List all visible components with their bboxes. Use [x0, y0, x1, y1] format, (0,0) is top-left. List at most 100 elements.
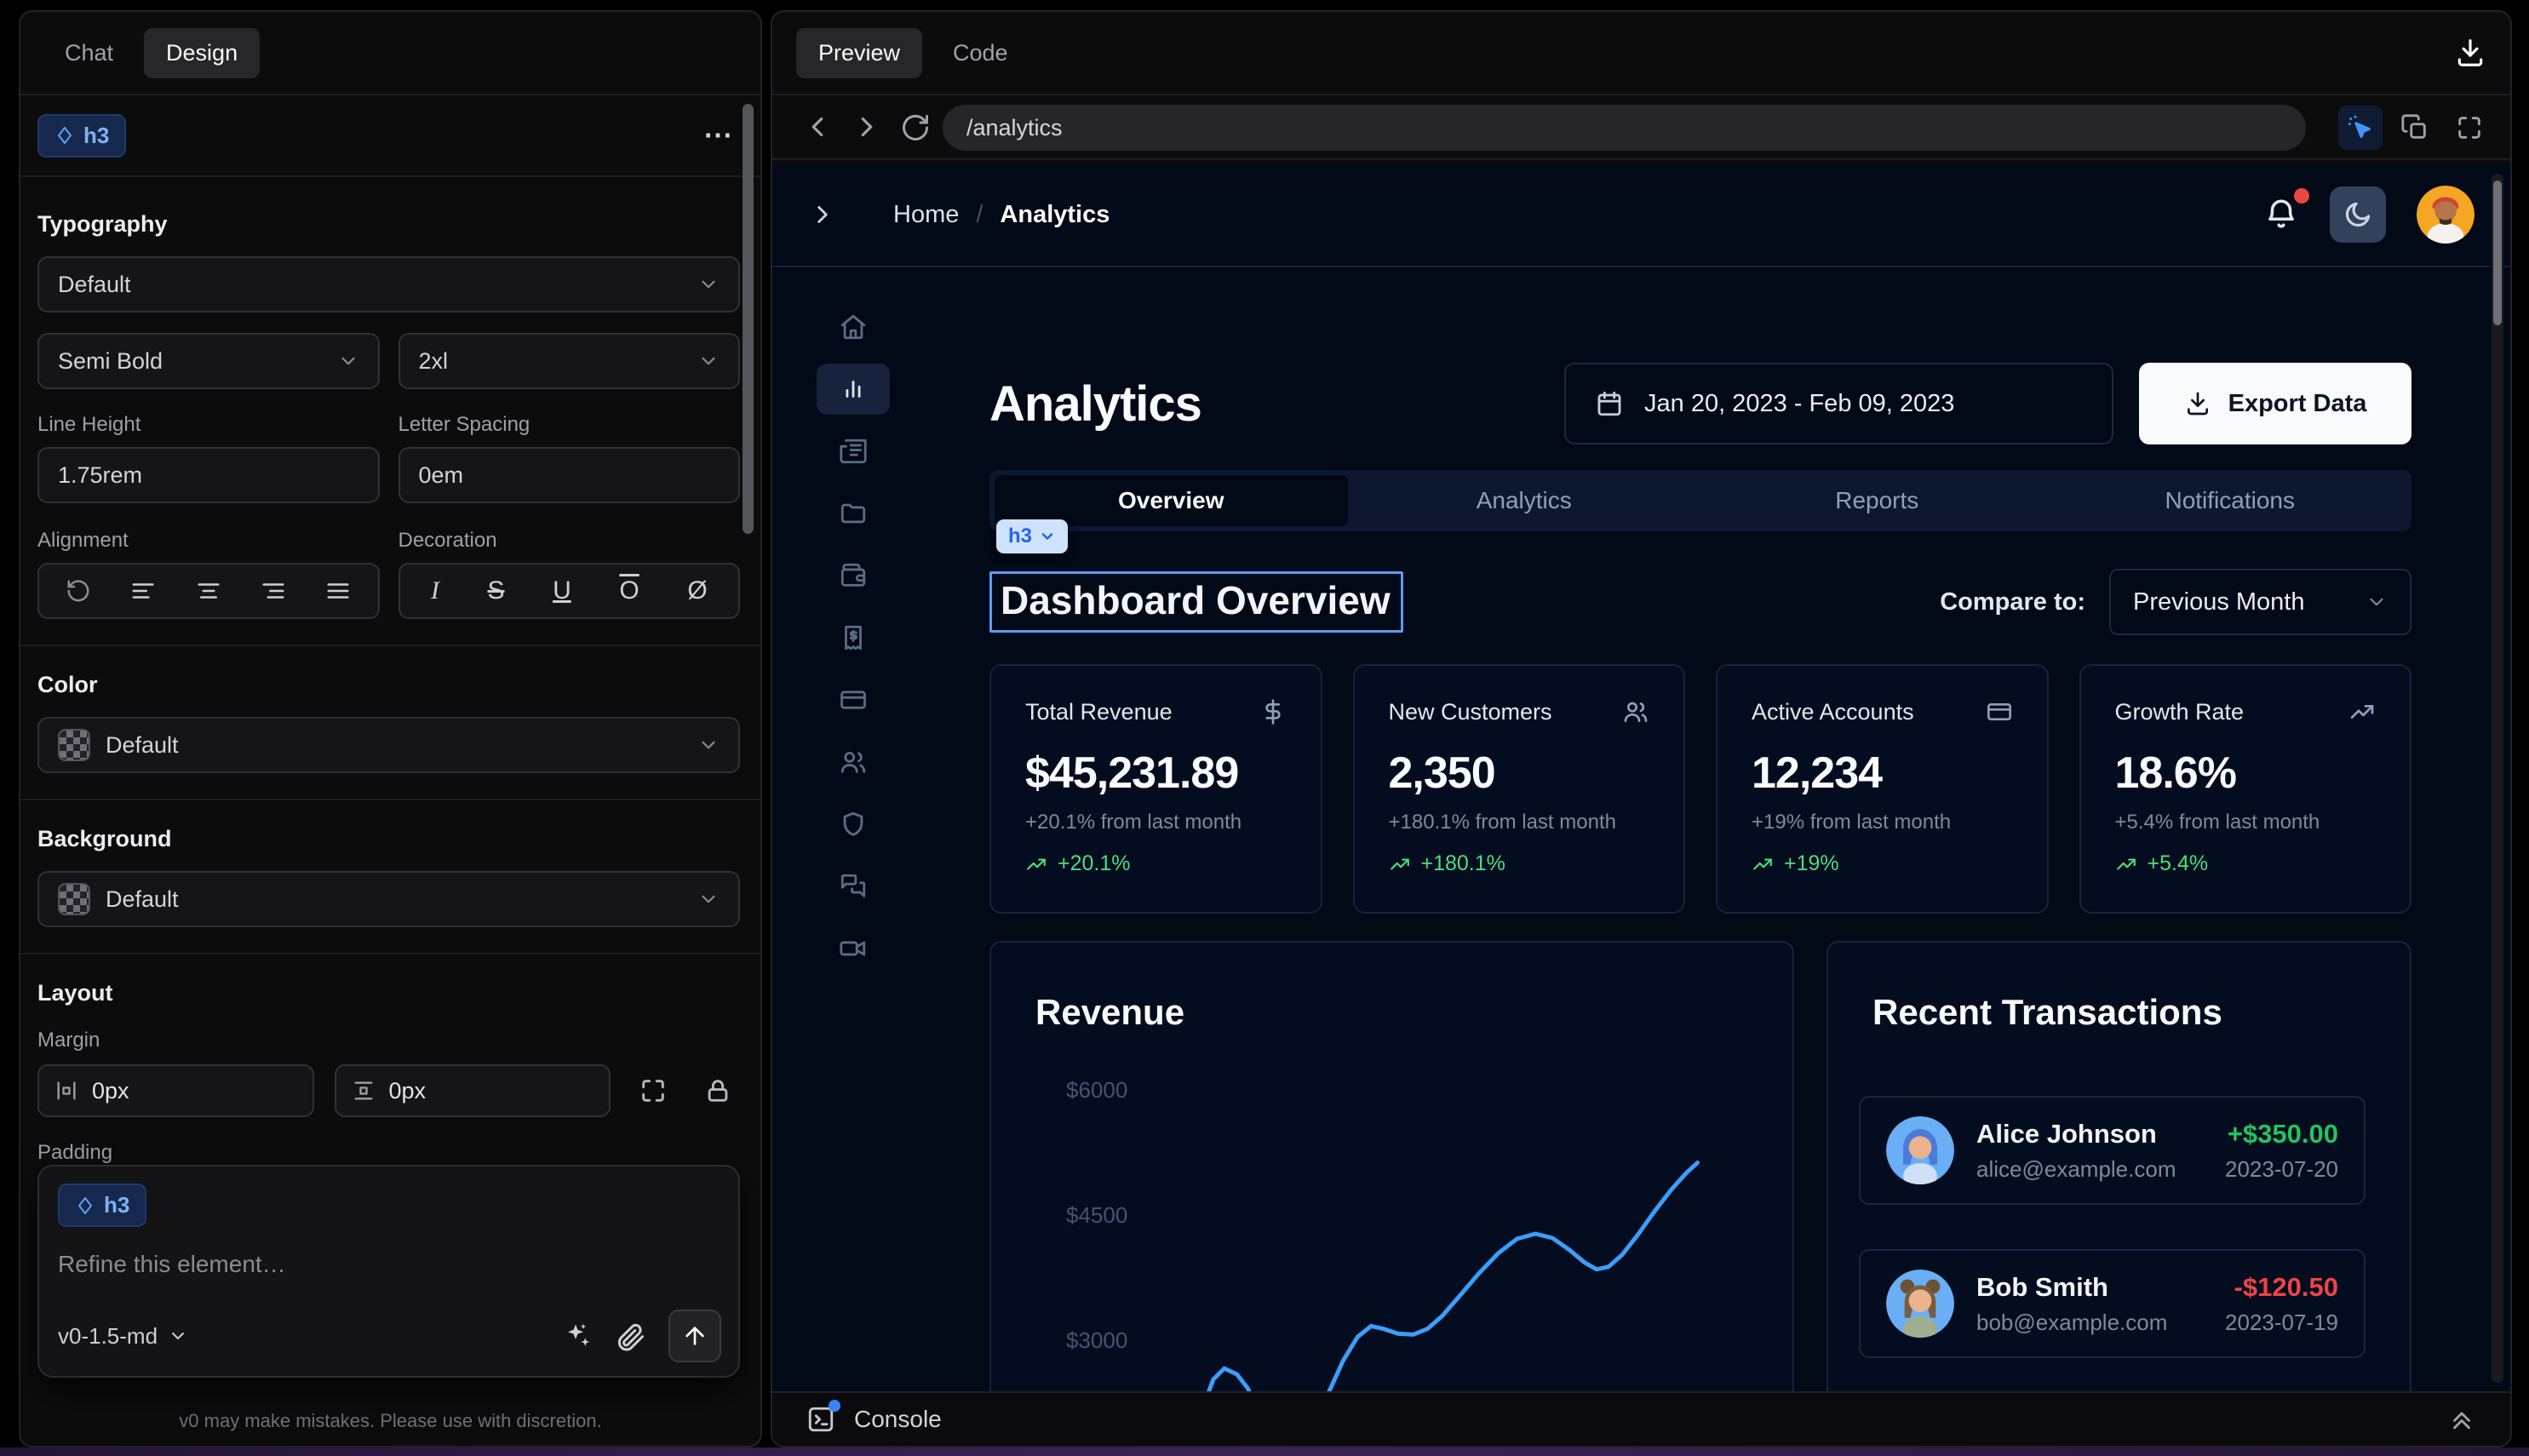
download-icon[interactable]: [2454, 37, 2486, 69]
color-select[interactable]: Default: [37, 717, 740, 773]
font-weight-select[interactable]: Semi Bold: [37, 333, 380, 389]
sidebar-item-files[interactable]: [817, 488, 890, 539]
forward-icon[interactable]: [851, 111, 883, 143]
inspect-pointer-icon[interactable]: [2338, 106, 2383, 150]
tab-chat[interactable]: Chat: [43, 28, 135, 78]
tab-preview[interactable]: Preview: [796, 28, 922, 78]
prompt-element-badge[interactable]: h3: [58, 1184, 146, 1227]
prompt-input[interactable]: Refine this element…: [58, 1251, 720, 1278]
align-center-icon[interactable]: [196, 578, 221, 604]
margin-x-input[interactable]: 0px: [37, 1064, 314, 1117]
export-data-button[interactable]: Export Data: [2139, 363, 2411, 444]
stat-subtitle: +19% from last month: [1752, 811, 2013, 834]
background-select[interactable]: Default: [37, 871, 740, 927]
align-left-icon[interactable]: [130, 578, 156, 604]
preview-scrollbar[interactable]: [2492, 174, 2503, 1383]
element-selection-badge[interactable]: h3: [996, 519, 1068, 553]
avatar-image: [2417, 186, 2475, 244]
sidebar-item-security[interactable]: [817, 799, 890, 850]
url-bar[interactable]: /analytics: [943, 105, 2306, 151]
fullscreen-icon[interactable]: [2447, 106, 2492, 150]
compare-label: Compare to:: [1940, 588, 2085, 616]
breadcrumb-home[interactable]: Home: [893, 201, 959, 229]
no-decoration-icon[interactable]: Ø: [687, 576, 707, 605]
compare-select[interactable]: Previous Month: [2109, 569, 2411, 635]
copy-icon[interactable]: [2393, 106, 2437, 150]
chevron-down-icon: [337, 350, 359, 372]
sidebar-item-home[interactable]: [817, 301, 890, 353]
compare-value: Previous Month: [2133, 588, 2305, 616]
stat-card-new-customers[interactable]: New Customers 2,350 +180.1% from last mo…: [1353, 664, 1686, 914]
font-family-select[interactable]: Default: [37, 256, 740, 312]
model-select[interactable]: v0-1.5-md: [58, 1323, 188, 1350]
paperclip-icon[interactable]: [616, 1321, 646, 1351]
transaction-row[interactable]: Alice Johnson alice@example.com +$350.00…: [1859, 1096, 2366, 1205]
strikethrough-icon[interactable]: S: [487, 576, 504, 605]
italic-icon[interactable]: I: [431, 576, 439, 605]
refresh-icon[interactable]: [900, 112, 931, 143]
tab-analytics[interactable]: Analytics: [1348, 475, 1701, 526]
stat-card-total-revenue[interactable]: Total Revenue $45,231.89 +20.1% from las…: [989, 664, 1322, 914]
selected-element-badge[interactable]: h3: [37, 114, 126, 158]
breadcrumb: Home / Analytics: [893, 201, 1110, 229]
calendar-icon: [1595, 389, 1624, 418]
back-icon[interactable]: [801, 111, 834, 143]
model-name: v0-1.5-md: [58, 1323, 158, 1350]
sidebar-item-messages[interactable]: [817, 861, 890, 912]
overline-icon[interactable]: O: [619, 576, 639, 605]
stat-trend-value: +180.1%: [1421, 851, 1505, 876]
preview-scrollbar-thumb[interactable]: [2493, 181, 2502, 325]
margin-lock-icon[interactable]: [696, 1076, 740, 1105]
sidebar-item-receipts[interactable]: [817, 612, 890, 663]
align-justify-icon[interactable]: [325, 578, 351, 604]
sidebar-item-analytics[interactable]: [817, 364, 890, 415]
send-button[interactable]: [668, 1310, 721, 1362]
console-label: Console: [854, 1406, 942, 1433]
undo-icon[interactable]: [66, 578, 91, 604]
url-text: /analytics: [966, 115, 1063, 141]
tab-design[interactable]: Design: [144, 28, 260, 78]
theme-toggle-button[interactable]: [2330, 186, 2386, 243]
tab-code[interactable]: Code: [931, 28, 1030, 78]
sidebar-item-news[interactable]: [817, 426, 890, 477]
date-range-picker[interactable]: Jan 20, 2023 - Feb 09, 2023: [1564, 363, 2113, 444]
chevrons-up-icon[interactable]: [2447, 1405, 2476, 1434]
dashboard-tabs: Overview Analytics Reports Notifications…: [989, 470, 2411, 531]
transaction-date: 2023-07-20: [2225, 1156, 2338, 1183]
margin-x-value: 0px: [92, 1078, 129, 1104]
letter-spacing-input[interactable]: 0em: [399, 447, 741, 503]
margin-expand-icon[interactable]: [631, 1076, 675, 1105]
font-size-select[interactable]: 2xl: [399, 333, 741, 389]
tab-reports[interactable]: Reports: [1700, 475, 2054, 526]
left-panel-scrollbar[interactable]: [743, 104, 754, 534]
sparkles-icon[interactable]: [563, 1321, 594, 1351]
margin-y-input[interactable]: 0px: [335, 1064, 611, 1117]
stat-card-growth-rate[interactable]: Growth Rate 18.6% +5.4% from last month …: [2079, 664, 2412, 914]
tab-notifications[interactable]: Notifications: [2054, 475, 2407, 526]
stat-trend-value: +19%: [1784, 851, 1839, 876]
preview-panel: Preview Code /analytics: [771, 10, 2512, 1447]
tab-overview[interactable]: Overview: [995, 475, 1348, 526]
notifications-bell-icon[interactable]: [2263, 197, 2299, 232]
v0-app: { "colors": { "accent": "#3b82f6", "gree…: [0, 0, 2529, 1456]
page-title: Analytics: [989, 375, 1201, 433]
section-title-selected[interactable]: Dashboard Overview: [989, 571, 1403, 633]
sidebar-toggle-icon[interactable]: [808, 200, 837, 229]
transaction-row[interactable]: Bob Smith bob@example.com -$120.50 2023-…: [1859, 1249, 2366, 1358]
notification-dot: [2294, 188, 2309, 203]
sidebar-item-customers[interactable]: [817, 737, 890, 788]
home-icon: [839, 312, 868, 341]
users-icon: [1622, 698, 1649, 725]
underline-icon[interactable]: U: [553, 576, 571, 605]
sidebar-item-video[interactable]: [817, 923, 890, 974]
console-bar[interactable]: Console: [772, 1391, 2510, 1446]
stat-card-active-accounts[interactable]: Active Accounts 12,234 +19% from last mo…: [1716, 664, 2049, 914]
element-menu-icon[interactable]: ⋯: [703, 118, 735, 152]
sidebar-item-wallet[interactable]: [817, 550, 890, 601]
line-height-value: 1.75rem: [58, 462, 142, 489]
chevron-down-icon: [1039, 528, 1056, 545]
line-height-input[interactable]: 1.75rem: [37, 447, 380, 503]
user-avatar[interactable]: [2417, 186, 2475, 244]
sidebar-item-cards[interactable]: [817, 674, 890, 725]
align-right-icon[interactable]: [261, 578, 286, 604]
